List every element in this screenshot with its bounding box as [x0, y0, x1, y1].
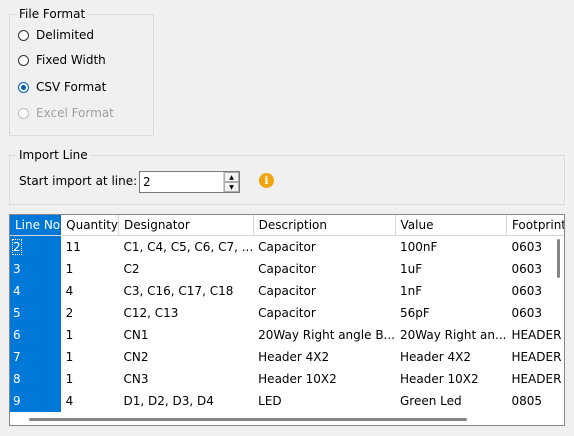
table-cell[interactable]: 1: [61, 258, 119, 280]
table-cell[interactable]: 6: [10, 324, 61, 346]
table-row[interactable]: 5 2 C12, C13 Capacitor 56pF 0603: [10, 302, 564, 324]
table-cell[interactable]: 1uF: [395, 258, 506, 280]
column-header[interactable]: Designator: [118, 215, 254, 236]
radio-delimited[interactable]: Delimited: [18, 27, 94, 43]
table-cell[interactable]: C12, C13: [119, 302, 254, 324]
table-cell[interactable]: 100nF: [395, 236, 506, 259]
preview-table: Line No Quantity Designator Description …: [10, 215, 564, 412]
table-cell[interactable]: 5: [10, 302, 61, 324]
table-cell[interactable]: Capacitor: [253, 236, 395, 259]
table-cell[interactable]: Green Led: [395, 390, 506, 412]
table-cell[interactable]: 56pF: [395, 302, 506, 324]
table-cell[interactable]: 4: [10, 280, 61, 302]
file-format-title: File Format: [17, 6, 88, 22]
table-cell[interactable]: 1: [61, 368, 119, 390]
table-cell[interactable]: Capacitor: [253, 258, 395, 280]
table-row[interactable]: 9 4 D1, D2, D3, D4 LED Green Led 0805: [10, 390, 564, 412]
table-row[interactable]: 8 1 CN3 Header 10X2 Header 10X2 HEADER I…: [10, 368, 564, 390]
table-cell[interactable]: Capacitor: [253, 280, 395, 302]
radio-label: Delimited: [36, 28, 95, 42]
radio-circle[interactable]: [18, 29, 29, 41]
table-cell[interactable]: 20Way Right angle B...: [253, 324, 395, 346]
table-cell[interactable]: CN3: [119, 368, 254, 390]
table-cell[interactable]: 2: [10, 235, 61, 258]
radio-excel-format: Excel Format: [18, 105, 114, 121]
spin-up-icon[interactable]: ▲: [224, 172, 239, 182]
table-cell[interactable]: 1: [61, 324, 119, 346]
table-cell[interactable]: 20Way Right an...: [395, 324, 506, 346]
radio-circle[interactable]: [18, 54, 29, 66]
table-cell[interactable]: 4: [61, 390, 119, 412]
table-cell[interactable]: 1: [61, 346, 119, 368]
table-cell[interactable]: 3: [10, 258, 61, 280]
spin-down-icon[interactable]: ▼: [224, 182, 239, 192]
column-header[interactable]: Footprint: [506, 215, 564, 236]
table-cell[interactable]: LED: [253, 390, 395, 412]
header-row: Line No Quantity Designator Description …: [10, 215, 564, 236]
table-row[interactable]: 6 1 CN1 20Way Right angle B... 20Way Rig…: [10, 324, 564, 346]
table-cell[interactable]: C1, C4, C5, C6, C7, ...: [119, 236, 254, 259]
table-cell[interactable]: CN1: [119, 324, 254, 346]
cell-text: 2: [12, 239, 22, 255]
info-icon[interactable]: i: [259, 173, 274, 188]
table-row[interactable]: 7 1 CN2 Header 4X2 Header 4X2 HEADER IDC: [10, 346, 564, 368]
horizontal-scroll-thumb[interactable]: [29, 418, 467, 421]
column-header[interactable]: Line No: [10, 215, 62, 236]
table-cell[interactable]: 2: [61, 302, 119, 324]
start-line-input[interactable]: 2: [140, 172, 223, 192]
start-line-spinner[interactable]: 2 ▲ ▼: [139, 171, 240, 193]
table-cell[interactable]: 11: [61, 236, 119, 259]
table-cell[interactable]: CN2: [119, 346, 254, 368]
vertical-scroll-thumb[interactable]: [557, 239, 560, 278]
table-cell[interactable]: 1nF: [395, 280, 506, 302]
radio-label: Excel Format: [36, 106, 114, 120]
preview-grid[interactable]: Line No Quantity Designator Description …: [9, 214, 565, 426]
table-cell[interactable]: Header 4X2: [253, 346, 395, 368]
table-cell[interactable]: 4: [61, 280, 119, 302]
horizontal-scrollbar[interactable]: [10, 413, 564, 425]
table-cell[interactable]: 8: [10, 368, 61, 390]
table-cell[interactable]: 9: [10, 390, 61, 412]
import-line-title: Import Line: [17, 147, 90, 163]
table-cell[interactable]: Header 10X2: [253, 368, 395, 390]
radio-circle: [18, 107, 29, 119]
table-row[interactable]: 2 11 C1, C4, C5, C6, C7, ... Capacitor 1…: [10, 235, 564, 259]
table-row[interactable]: 3 1 C2 Capacitor 1uF 0603: [10, 258, 564, 280]
table-row[interactable]: 4 4 C3, C16, C17, C18 Capacitor 1nF 0603: [10, 280, 564, 302]
radio-label: CSV Format: [36, 80, 107, 94]
table-cell[interactable]: Header 4X2: [395, 346, 506, 368]
table-cell[interactable]: D1, D2, D3, D4: [119, 390, 254, 412]
table-cell[interactable]: C3, C16, C17, C18: [119, 280, 254, 302]
radio-label: Fixed Width: [36, 53, 106, 67]
spinner-buttons: ▲ ▼: [223, 172, 239, 192]
radio-circle-checked[interactable]: [18, 81, 29, 93]
table-cell[interactable]: C2: [119, 258, 254, 280]
radio-csv-format[interactable]: CSV Format: [18, 79, 106, 95]
column-header[interactable]: Value: [395, 215, 507, 236]
column-header[interactable]: Description: [253, 215, 396, 236]
radio-fixed-width[interactable]: Fixed Width: [18, 52, 106, 68]
start-import-label: Start import at line:: [19, 174, 138, 188]
vertical-scrollbar[interactable]: [555, 236, 563, 407]
table-cell[interactable]: Capacitor: [253, 302, 395, 324]
table-cell[interactable]: 7: [10, 346, 61, 368]
column-header[interactable]: Quantity: [60, 215, 119, 236]
table-cell[interactable]: Header 10X2: [395, 368, 506, 390]
